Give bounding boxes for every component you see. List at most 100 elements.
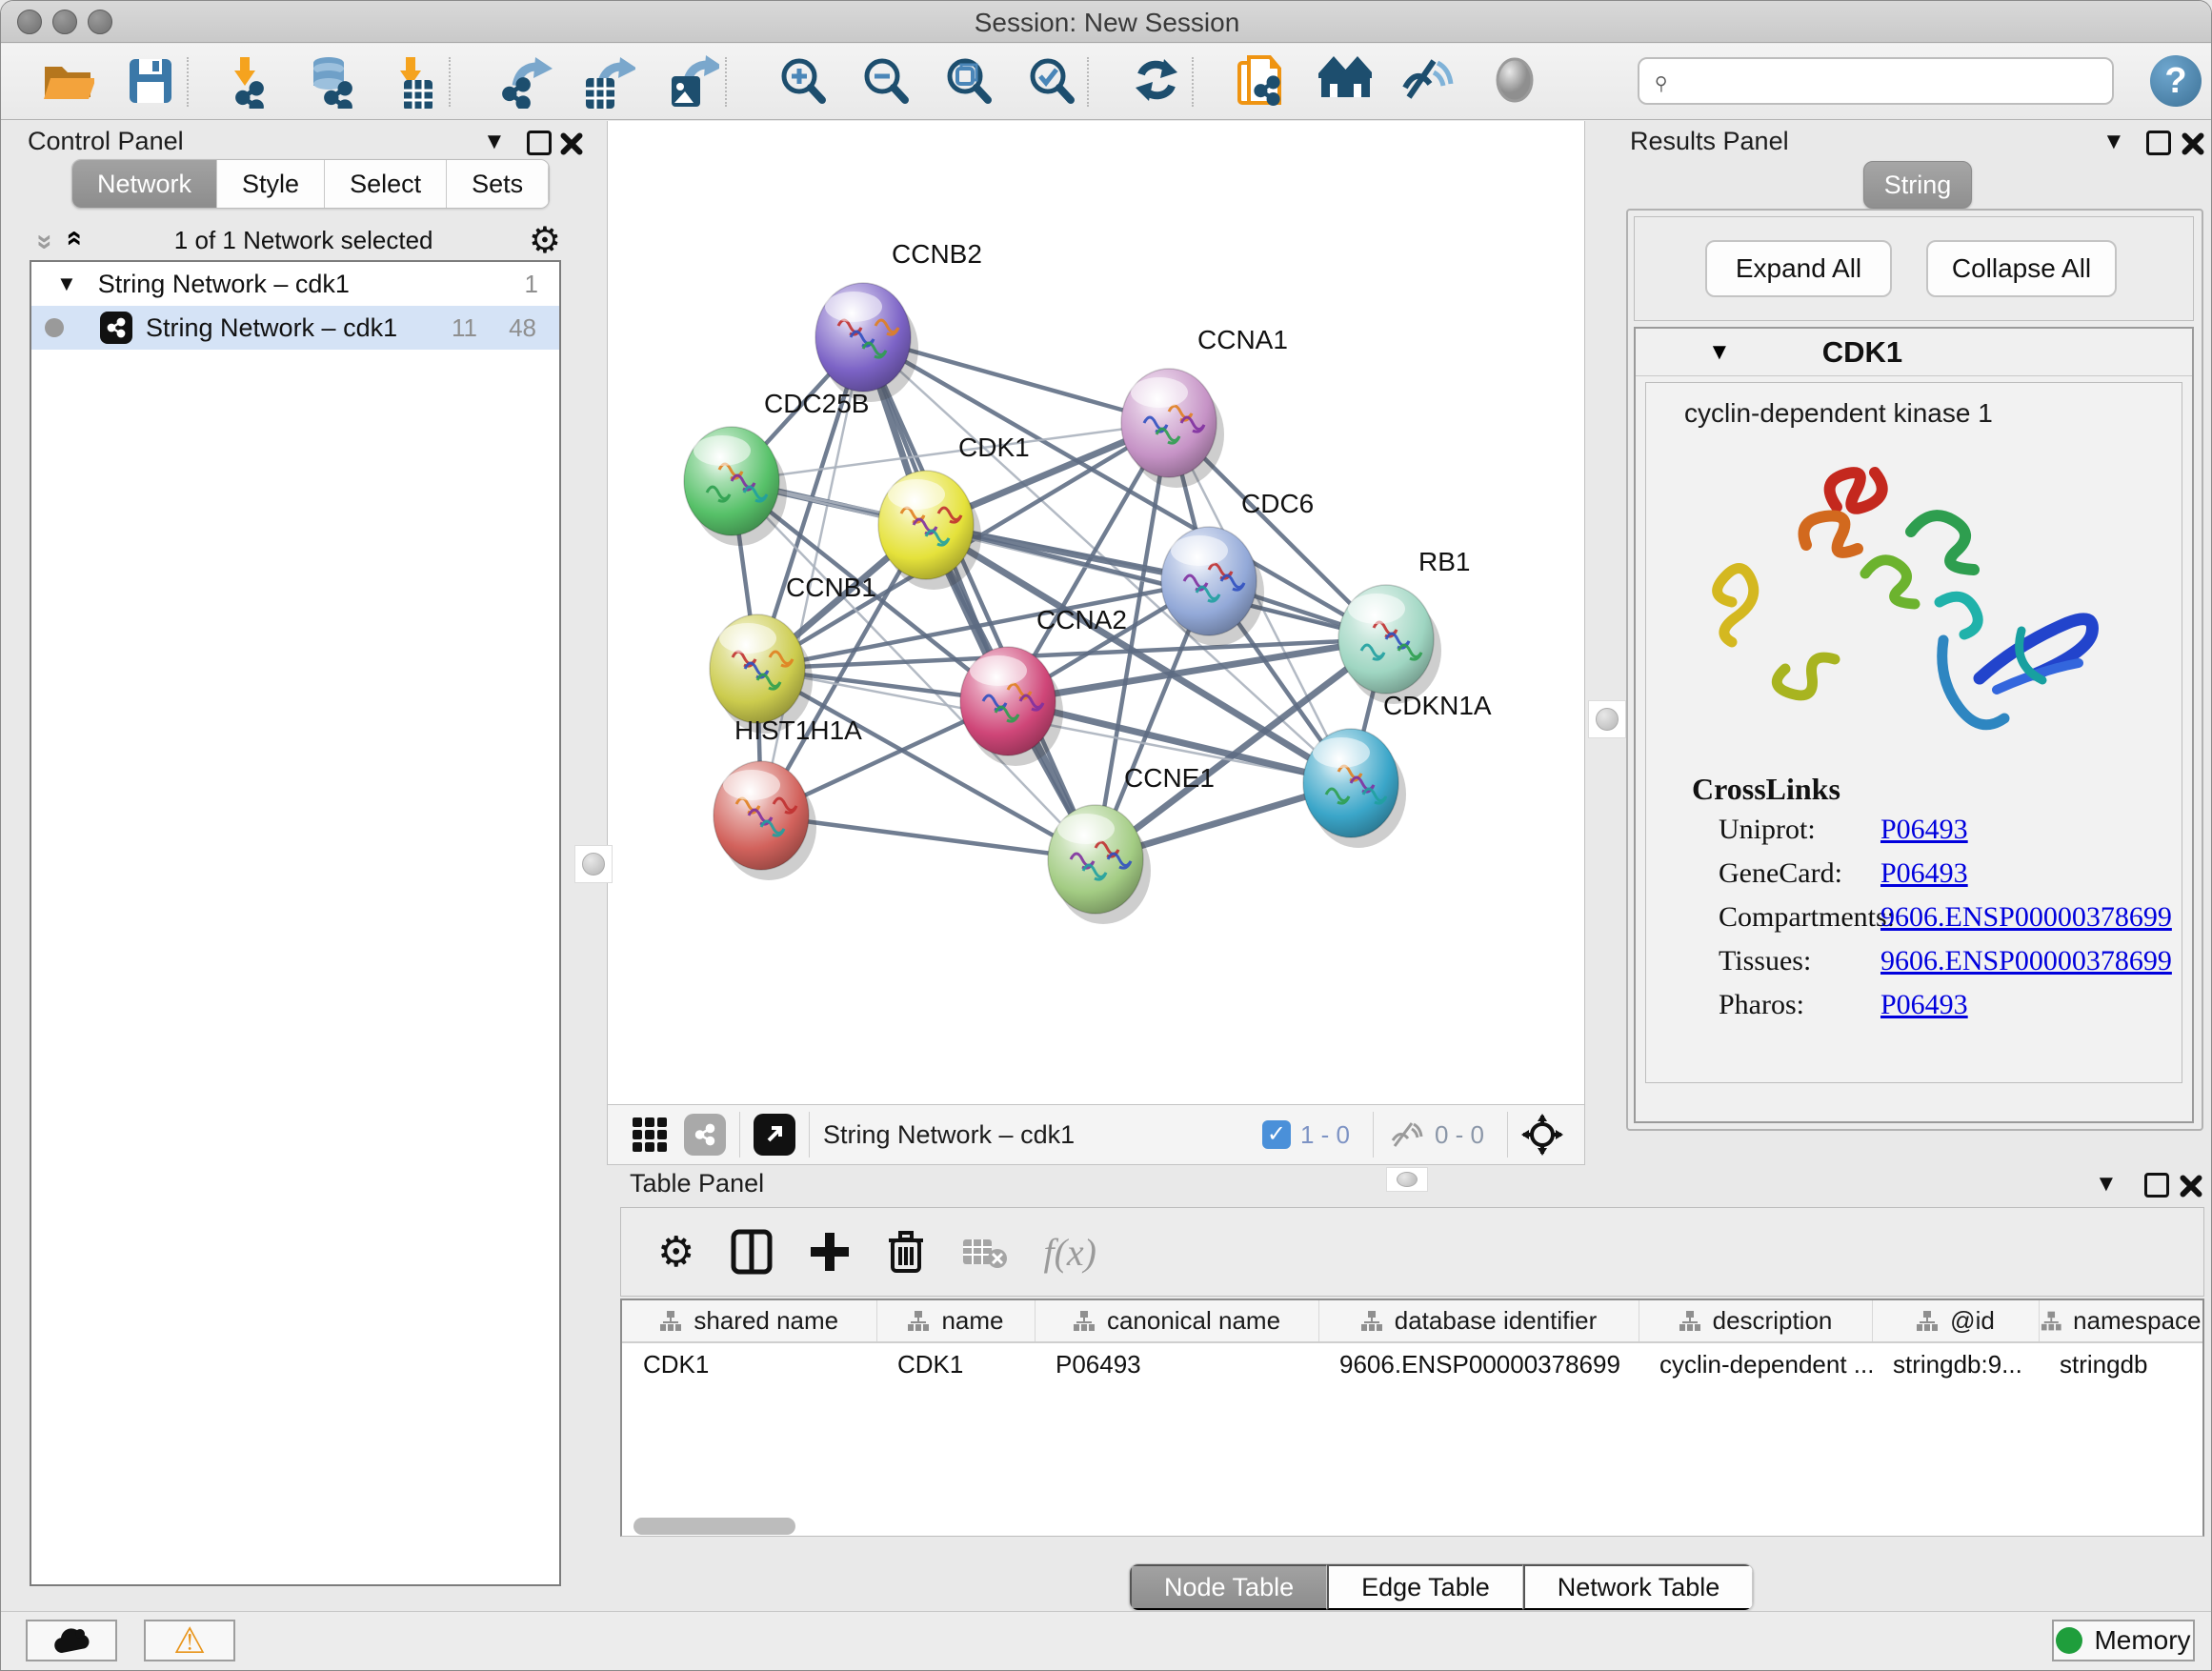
refresh-icon[interactable]: [1126, 53, 1187, 111]
crosslink-value-link[interactable]: P06493: [1880, 857, 1968, 890]
node-CDC6[interactable]: [1161, 527, 1264, 646]
column-header-database-identifier[interactable]: database identifier: [1318, 1300, 1639, 1342]
crosslink-value-link[interactable]: 9606.ENSP00000378699: [1880, 945, 2172, 977]
results-panel-float-icon[interactable]: [2146, 131, 2171, 155]
table-cell[interactable]: cyclin-dependent ...: [1639, 1342, 1872, 1386]
table-cell[interactable]: 9606.ENSP00000378699: [1318, 1342, 1639, 1386]
tab-network[interactable]: Network: [72, 160, 217, 208]
section-caret-icon[interactable]: ▼: [1708, 339, 1731, 366]
string-home-icon[interactable]: [1315, 53, 1376, 111]
control-panel-float-icon[interactable]: [527, 131, 552, 155]
open-session-icon[interactable]: [37, 53, 98, 111]
node-label-RB1: RB1: [1418, 547, 1470, 576]
network-options-gear-icon[interactable]: ⚙: [529, 219, 561, 262]
column-header-canonical-name[interactable]: canonical name: [1035, 1300, 1318, 1342]
string-hide-icon[interactable]: [1398, 53, 1458, 111]
hidden-eye-icon[interactable]: [1387, 1119, 1425, 1150]
cloud-icon[interactable]: [26, 1620, 117, 1661]
memory-label: Memory: [2094, 1625, 2190, 1656]
node-CCNA1[interactable]: [1121, 369, 1224, 488]
import-network-database-icon[interactable]: [302, 53, 363, 111]
import-table-icon[interactable]: [385, 53, 446, 111]
table-cell[interactable]: CDK1: [876, 1342, 1035, 1386]
results-panel-menu-icon[interactable]: ▼: [2102, 129, 2125, 155]
control-panel-menu-icon[interactable]: ▼: [483, 129, 506, 155]
help-icon[interactable]: ?: [2150, 55, 2202, 107]
delete-column-trash-icon[interactable]: [887, 1229, 925, 1275]
zoom-selected-icon[interactable]: [1021, 53, 1082, 111]
tab-edge-table[interactable]: Edge Table: [1327, 1564, 1523, 1610]
table-cell[interactable]: CDK1: [622, 1342, 876, 1386]
crosslink-value-link[interactable]: P06493: [1880, 814, 1968, 846]
tab-select[interactable]: Select: [325, 160, 447, 208]
table-panel-float-icon[interactable]: [2144, 1173, 2169, 1198]
tab-network-table[interactable]: Network Table: [1523, 1564, 1754, 1610]
memory-button[interactable]: Memory: [2052, 1620, 2195, 1661]
node-CCNE1[interactable]: [1048, 805, 1151, 924]
search-input[interactable]: [1669, 62, 2112, 100]
edge-CCNB2-CCNE1[interactable]: [863, 337, 1096, 859]
import-network-file-icon[interactable]: [219, 53, 280, 111]
tab-node-table[interactable]: Node Table: [1130, 1564, 1327, 1610]
node-CDC25B[interactable]: [684, 427, 787, 546]
hierarchy-icon: [2041, 1310, 2062, 1333]
column-header-name[interactable]: name: [876, 1300, 1035, 1342]
zoom-fit-icon[interactable]: [938, 53, 999, 111]
string-import-icon[interactable]: [1232, 53, 1293, 111]
node-CCNB2[interactable]: [815, 283, 918, 402]
table-row[interactable]: CDK1CDK1P064939606.ENSP00000378699cyclin…: [622, 1342, 2202, 1386]
zoom-out-icon[interactable]: [855, 53, 916, 111]
left-splitter-handle[interactable]: [574, 845, 613, 883]
export-network-icon[interactable]: [495, 53, 556, 111]
tree-caret-icon[interactable]: ▼: [56, 272, 77, 296]
save-session-icon[interactable]: [120, 53, 181, 111]
main-toolbar: ⌕ ?: [1, 44, 2212, 120]
warning-icon[interactable]: ⚠: [144, 1620, 235, 1661]
table-cell[interactable]: stringdb: [2039, 1342, 2202, 1386]
string-orb-icon[interactable]: [1486, 53, 1547, 111]
crosslink-value-link[interactable]: 9606.ENSP00000378699: [1880, 901, 2172, 934]
column-header-description[interactable]: description: [1639, 1300, 1872, 1342]
node-CDKN1A[interactable]: [1303, 729, 1406, 848]
crosslink-label: Uniprot:: [1719, 814, 1816, 845]
selected-checkbox-icon[interactable]: ✓: [1262, 1120, 1291, 1149]
export-image-icon[interactable]: [662, 53, 723, 111]
fit-selected-crosshair-icon[interactable]: [1521, 1114, 1563, 1156]
hidden-node-edge-count: 0 - 0: [1435, 1120, 1484, 1150]
show-columns-icon[interactable]: [731, 1229, 773, 1275]
network-share-icon[interactable]: [684, 1114, 726, 1156]
open-in-new-window-icon[interactable]: [754, 1114, 795, 1156]
node-RB1[interactable]: [1338, 585, 1441, 704]
column-header-namespace[interactable]: namespace: [2039, 1300, 2202, 1342]
table-cell[interactable]: P06493: [1035, 1342, 1318, 1386]
protein-section-header[interactable]: ▼ CDK1: [1636, 329, 2192, 376]
table-settings-gear-icon[interactable]: ⚙: [657, 1228, 694, 1277]
crosslink-value-link[interactable]: P06493: [1880, 989, 1968, 1021]
network-collection-row[interactable]: ▼ String Network – cdk1 1: [31, 262, 559, 306]
tab-style[interactable]: Style: [217, 160, 325, 208]
column-header--id[interactable]: @id: [1872, 1300, 2039, 1342]
zoom-in-icon[interactable]: [773, 53, 834, 111]
column-header-shared-name[interactable]: shared name: [622, 1300, 876, 1342]
node-CCNA2[interactable]: [960, 647, 1063, 766]
tab-sets[interactable]: Sets: [447, 160, 549, 208]
node-CDK1[interactable]: [878, 471, 981, 590]
expand-all-button[interactable]: Expand All: [1705, 240, 1892, 297]
export-table-icon[interactable]: [578, 53, 639, 111]
table-panel-menu-icon[interactable]: ▼: [2095, 1171, 2118, 1198]
node-table[interactable]: shared namenamecanonical namedatabase id…: [620, 1299, 2204, 1537]
collapse-all-button[interactable]: Collapse All: [1926, 240, 2117, 297]
node-label-CCNB2: CCNB2: [892, 239, 982, 269]
network-canvas[interactable]: CCNB2CCNA1CDC25BCDK1CDC6RB1CCNB1CCNA2CDK…: [607, 121, 1585, 1104]
add-column-icon[interactable]: [809, 1231, 851, 1273]
search-field[interactable]: ⌕: [1638, 57, 2114, 105]
birds-eye-view-icon[interactable]: [633, 1117, 667, 1152]
node-HIST1H1A[interactable]: [714, 761, 816, 880]
delete-table-icon[interactable]: [961, 1234, 1007, 1270]
table-cell[interactable]: stringdb:9...: [1872, 1342, 2039, 1386]
tab-string[interactable]: String: [1863, 161, 1972, 209]
network-row[interactable]: String Network – cdk1 11 48: [31, 306, 559, 350]
expand-all-icon[interactable]: »: [56, 234, 89, 247]
table-horizontal-scrollbar[interactable]: [633, 1518, 795, 1535]
function-builder-icon[interactable]: f(x): [1043, 1230, 1096, 1275]
